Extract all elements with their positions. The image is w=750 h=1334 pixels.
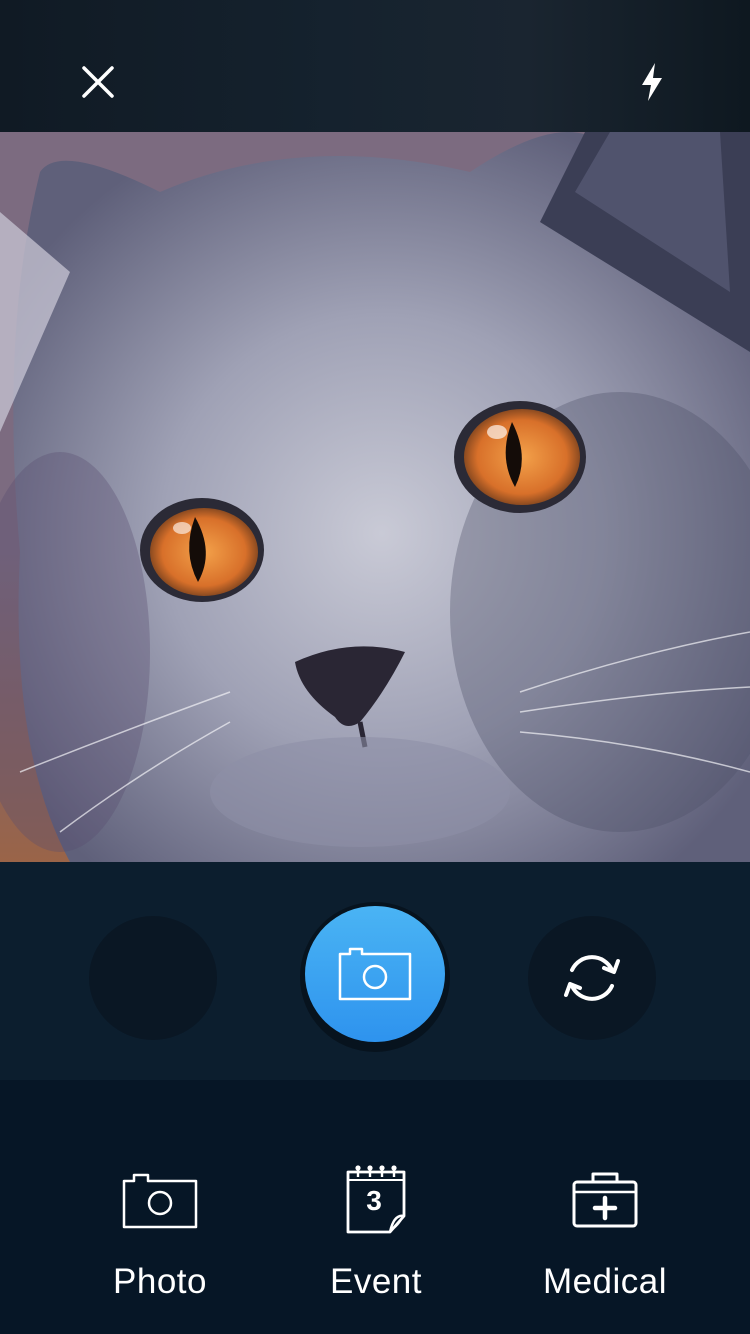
tab-photo-label: Photo (113, 1262, 207, 1301)
tab-photo-icon-wrap (60, 1160, 260, 1240)
tab-medical[interactable]: Medical (505, 1160, 705, 1310)
camera-screen: Photo 3 Event Medical (0, 0, 750, 1334)
medical-kit-icon (572, 1172, 638, 1228)
tab-medical-label: Medical (542, 1262, 668, 1301)
tab-medical-icon-wrap (505, 1160, 705, 1240)
tab-photo[interactable]: Photo (60, 1160, 260, 1310)
close-button[interactable] (68, 52, 128, 112)
calendar-day-number: 3 (366, 1185, 382, 1216)
tab-event-icon-wrap: 3 (276, 1160, 476, 1240)
cat-photo (0, 132, 750, 862)
gallery-thumbnail-button[interactable] (89, 916, 217, 1040)
camera-icon (122, 1173, 198, 1229)
tab-bar: Photo 3 Event Medical (0, 1080, 750, 1334)
switch-camera-button[interactable] (528, 916, 656, 1040)
tab-event[interactable]: 3 Event (276, 1160, 476, 1310)
flash-button[interactable] (622, 52, 682, 112)
camera-viewfinder[interactable] (0, 132, 750, 862)
shutter-controls (0, 862, 750, 1080)
flash-icon (642, 63, 662, 101)
close-icon (82, 66, 114, 98)
camera-icon (338, 947, 412, 1001)
shutter-button[interactable] (305, 906, 445, 1042)
calendar-icon: 3 (346, 1165, 406, 1234)
top-bar (0, 0, 750, 132)
refresh-icon (564, 955, 620, 1001)
tab-event-label: Event (330, 1262, 422, 1301)
